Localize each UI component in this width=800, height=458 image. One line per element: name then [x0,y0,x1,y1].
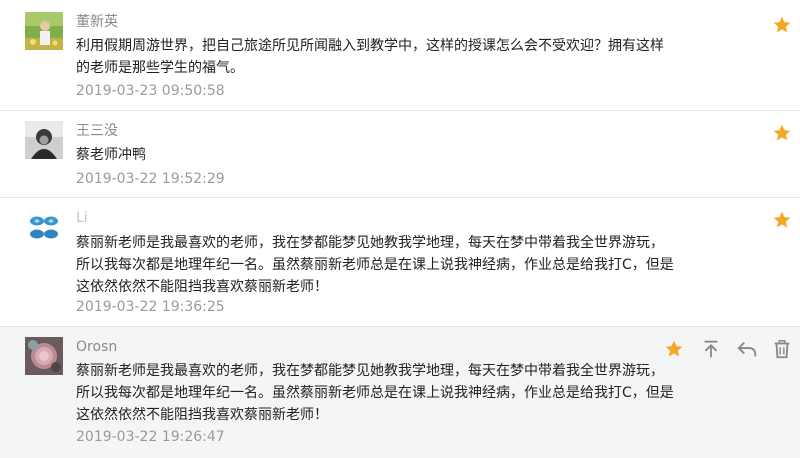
comment-text-line: 蔡老师冲鸭 [76,147,146,163]
comment-text-line: 利用假期周游世界，把自己旅途所见所闻融入到教学中，这样的授课怎么会不受欢迎？拥有… [76,38,664,54]
comment-text: 蔡丽新老师是我最喜欢的老师，我在梦都能梦见她教我学地理，每天在梦中带着我全世界游… [76,232,676,298]
comment-text-line: 所以我每次都是地理年纪一名。虽然蔡丽新老师总是在课上说我神经病，作业总是给我打C… [76,385,674,401]
avatar[interactable] [25,337,63,375]
trash-icon[interactable] [771,338,793,360]
comment-text-line: 这依然依然不能阻挡我喜欢蔡丽新老师！ [76,279,328,295]
star-icon[interactable] [664,339,684,359]
comment-text: 利用假期周游世界，把自己旅途所见所闻融入到教学中，这样的授课怎么会不受欢迎？拥有… [76,35,676,79]
comment-item: Orosn 蔡丽新老师是我最喜欢的老师，我在梦都能梦见她教我学地理，每天在梦中带… [0,327,800,458]
comment-time: 2019-03-23 09:50:58 [76,83,225,99]
comment-text-line: 的老师是那些学生的福气。 [76,60,244,76]
comment-author[interactable]: 王三没 [76,122,118,140]
reply-icon[interactable] [736,338,758,360]
comment-list: 董新英 利用假期周游世界，把自己旅途所见所闻融入到教学中，这样的授课怎么会不受欢… [0,0,800,458]
comment-item: 王三没 蔡老师冲鸭 2019-03-22 19:52:29 [0,111,800,198]
comment-author[interactable]: Orosn [76,338,117,356]
comment-text: 蔡丽新老师是我最喜欢的老师，我在梦都能梦见她教我学地理，每天在梦中带着我全世界游… [76,360,676,426]
avatar[interactable] [25,208,63,246]
comment-text: 蔡老师冲鸭 [76,144,676,166]
comment-item: Li 蔡丽新老师是我最喜欢的老师，我在梦都能梦见她教我学地理，每天在梦中带着我全… [0,198,800,327]
comment-author[interactable]: Li [76,209,88,227]
comment-author[interactable]: 董新英 [76,13,118,31]
comment-text-line: 所以我每次都是地理年纪一名。虽然蔡丽新老师总是在课上说我神经病，作业总是给我打C… [76,257,674,273]
comment-time: 2019-03-22 19:26:47 [76,429,225,445]
comment-time: 2019-03-22 19:36:25 [76,299,225,315]
avatar[interactable] [25,12,63,50]
comment-text-line: 蔡丽新老师是我最喜欢的老师，我在梦都能梦见她教我学地理，每天在梦中带着我全世界游… [76,363,664,379]
star-icon[interactable] [772,210,792,230]
comment-time: 2019-03-22 19:52:29 [76,171,225,187]
comment-item: 董新英 利用假期周游世界，把自己旅途所见所闻融入到教学中，这样的授课怎么会不受欢… [0,0,800,111]
star-icon[interactable] [772,15,792,35]
comment-text-line: 这依然依然不能阻挡我喜欢蔡丽新老师！ [76,407,328,423]
star-icon[interactable] [772,123,792,143]
avatar[interactable] [25,121,63,159]
pin-to-top-icon[interactable] [700,338,722,360]
comment-text-line: 蔡丽新老师是我最喜欢的老师，我在梦都能梦见她教我学地理，每天在梦中带着我全世界游… [76,235,664,251]
